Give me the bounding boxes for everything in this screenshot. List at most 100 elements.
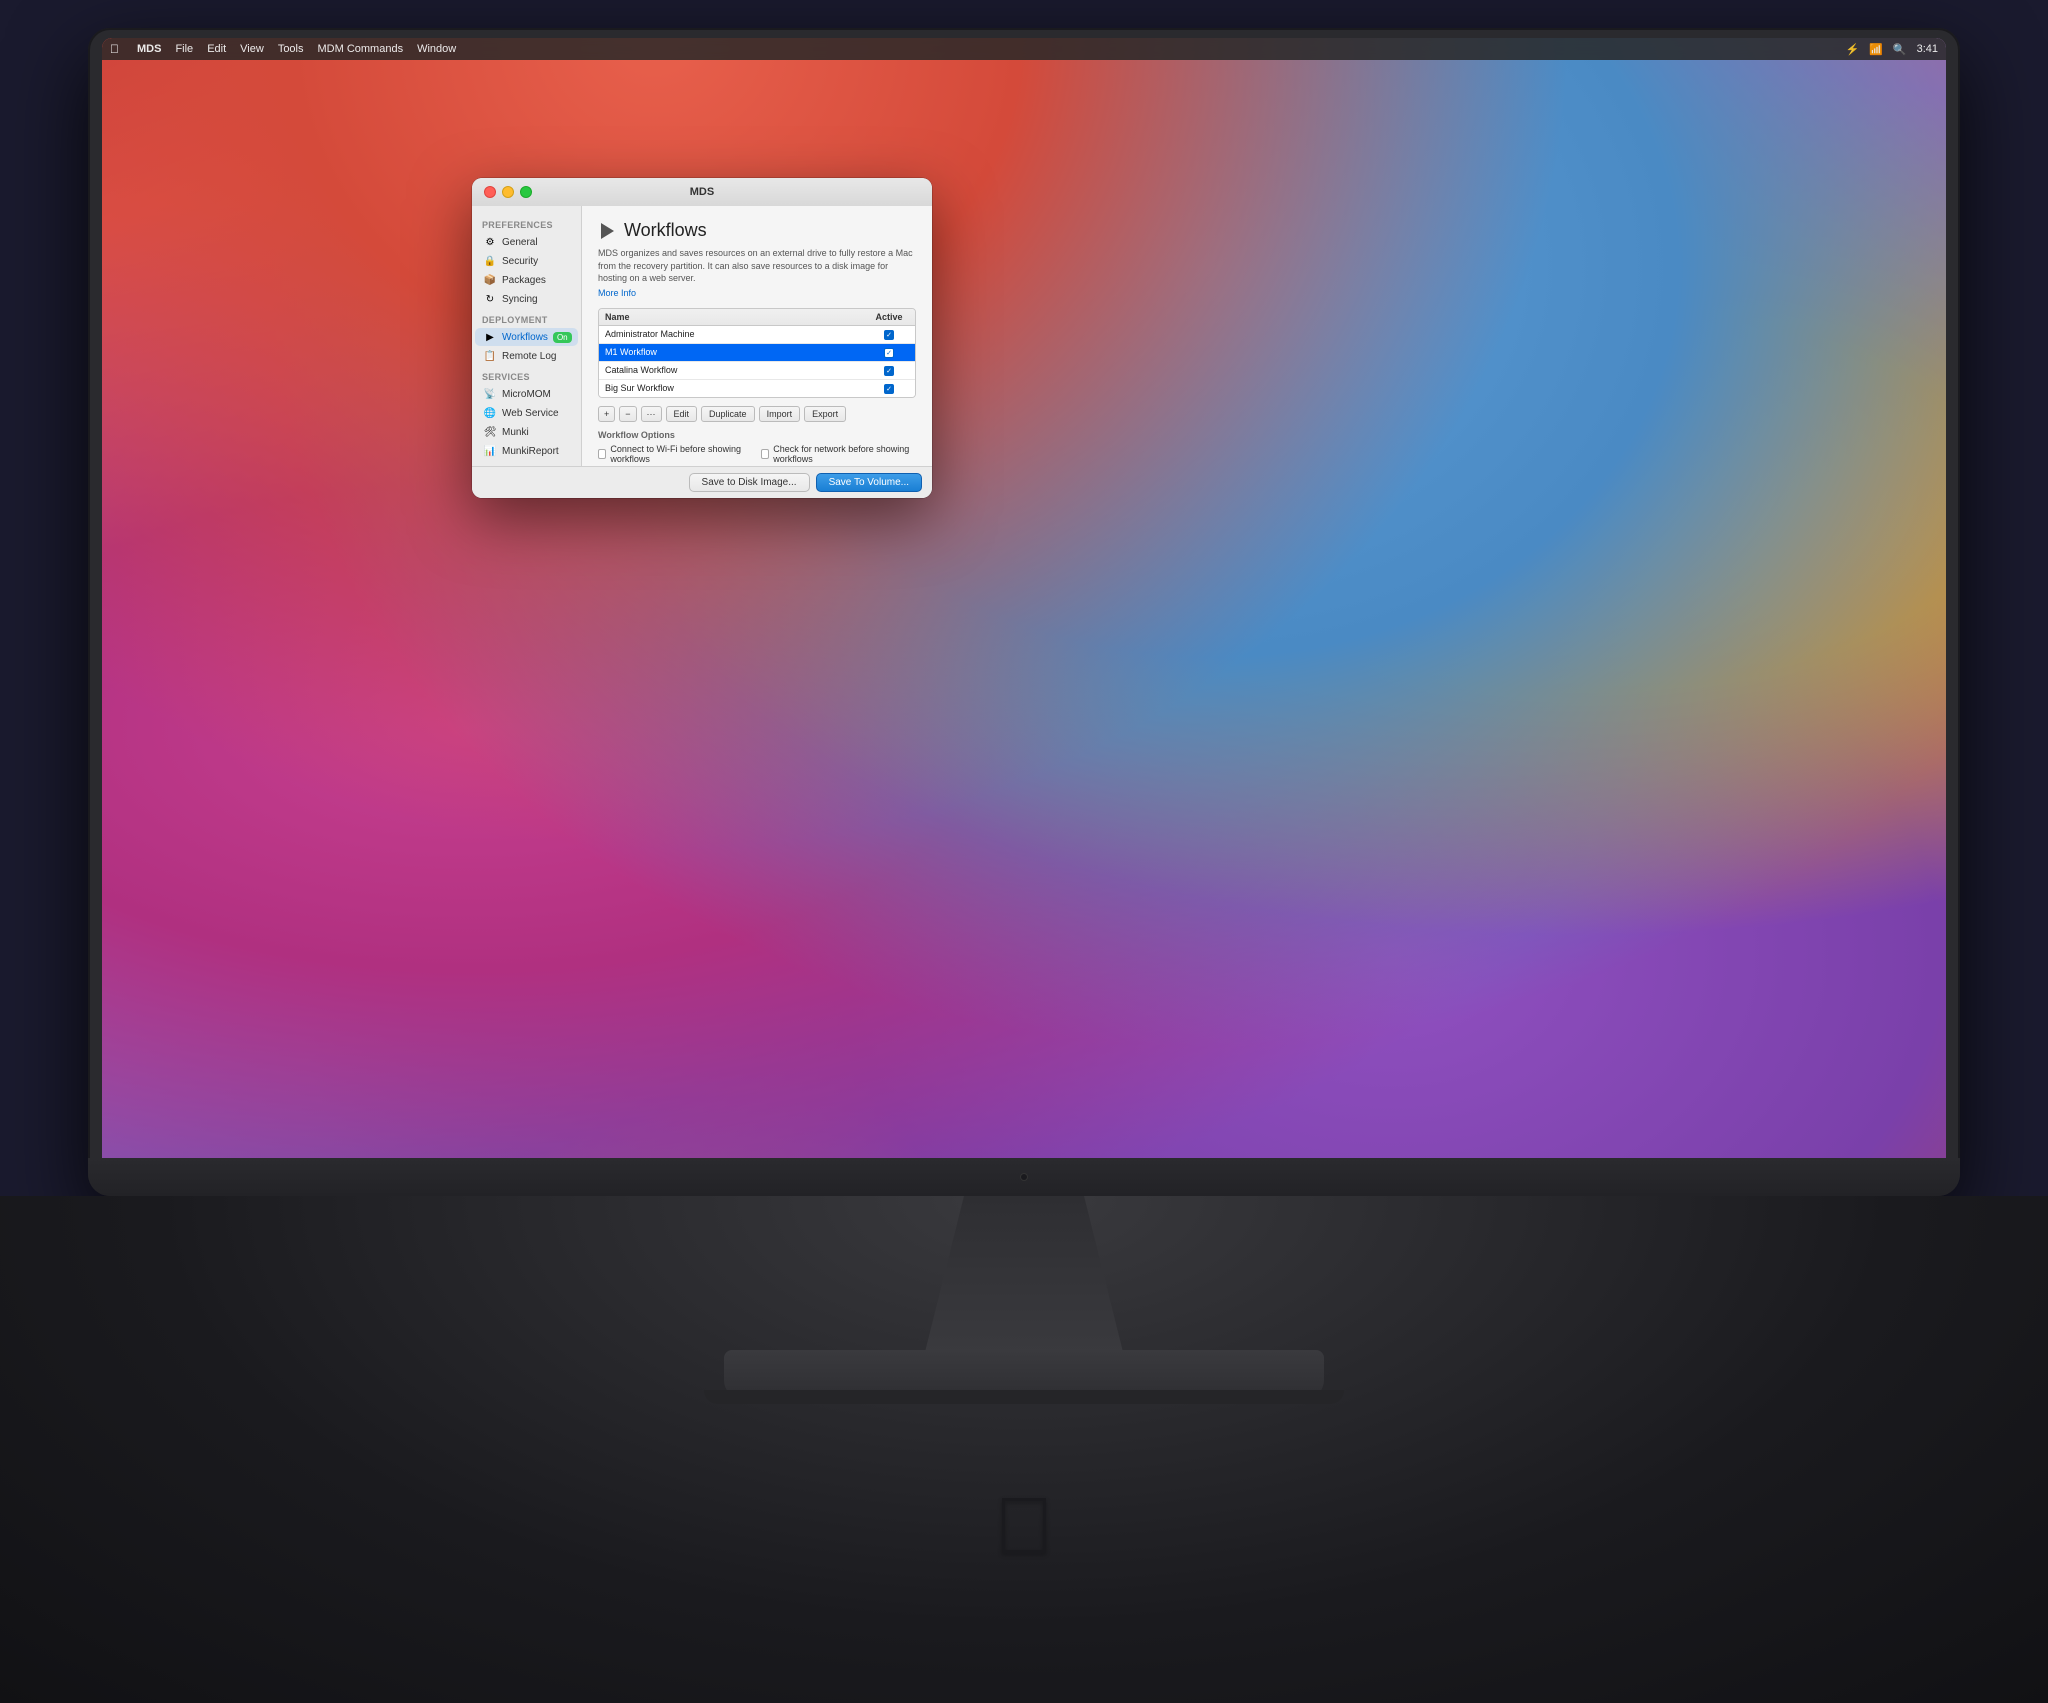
- syncing-icon: ↻: [483, 292, 497, 306]
- facetime-camera: [1021, 1174, 1027, 1180]
- menubar-app-name[interactable]: MDS: [137, 43, 161, 55]
- table-row[interactable]: Administrator Machine ✓: [599, 326, 915, 344]
- export-workflow-button[interactable]: Export: [804, 406, 846, 422]
- menubar-tools[interactable]: Tools: [278, 43, 304, 55]
- table-row[interactable]: Catalina Workflow ✓: [599, 362, 915, 380]
- workflow-table: Name Active Administrator Machine ✓ M1 W…: [598, 308, 916, 398]
- web-service-icon: 🌐: [483, 406, 497, 420]
- checkbox-0[interactable]: ✓: [884, 330, 894, 340]
- table-toolbar: + − ··· Edit Duplicate Import Export: [598, 406, 916, 422]
- content-header: Workflows: [598, 220, 916, 241]
- menubar-battery-icon: ⚡: [1845, 43, 1859, 56]
- packages-icon: 📦: [483, 273, 497, 287]
- import-workflow-button[interactable]: Import: [759, 406, 801, 422]
- menubar-edit[interactable]: Edit: [207, 43, 226, 55]
- micromom-icon: 📡: [483, 387, 497, 401]
- menubar-clock: 3:41: [1917, 43, 1938, 55]
- monitor-frame:  MDS File Edit View Tools MDM Commands …: [88, 28, 1960, 1196]
- general-icon: ⚙: [483, 235, 497, 249]
- menubar-left:  MDS File Edit View Tools MDM Commands …: [110, 42, 456, 56]
- edit-workflow-button[interactable]: Edit: [666, 406, 698, 422]
- sidebar-label-general: General: [502, 237, 538, 248]
- row-name-1: M1 Workflow: [605, 347, 869, 357]
- row-active-3[interactable]: ✓: [869, 383, 909, 394]
- sidebar-item-general[interactable]: ⚙ General: [475, 233, 578, 251]
- close-button[interactable]: [484, 186, 496, 198]
- main-content: Workflows MDS organizes and saves resour…: [582, 206, 932, 466]
- minimize-button[interactable]: [502, 186, 514, 198]
- menubar-mdm[interactable]: MDM Commands: [318, 43, 404, 55]
- window-body: Preferences ⚙ General 🔒 Security 📦 Packa…: [472, 206, 932, 466]
- window-title: MDS: [690, 186, 714, 198]
- more-info-link[interactable]: More Info: [598, 288, 916, 298]
- wifi-checkbox[interactable]: [598, 449, 606, 459]
- munki-icon: 🛠: [483, 425, 497, 439]
- menubar-window[interactable]: Window: [417, 43, 456, 55]
- sidebar-item-workflows[interactable]: ▶ Workflows On: [475, 328, 578, 346]
- save-disk-image-button[interactable]: Save to Disk Image...: [689, 473, 810, 492]
- sidebar-item-micromom[interactable]: 📡 MicroMOM: [475, 385, 578, 403]
- munki-report-icon: 📊: [483, 444, 497, 458]
- remove-workflow-button[interactable]: −: [619, 406, 636, 422]
- sidebar-section-services: Services: [472, 366, 581, 384]
- sidebar-item-syncing[interactable]: ↻ Syncing: [475, 290, 578, 308]
- more-options-button[interactable]: ···: [641, 406, 662, 422]
- apple-menu-icon[interactable]: : [110, 42, 119, 56]
- security-icon: 🔒: [483, 254, 497, 268]
- menubar-file[interactable]: File: [175, 43, 193, 55]
- sidebar-item-munki[interactable]: 🛠 Munki: [475, 423, 578, 441]
- workflows-play-icon: [598, 222, 616, 240]
- checkbox-1[interactable]: ✓: [884, 348, 894, 358]
- sidebar-item-packages[interactable]: 📦 Packages: [475, 271, 578, 289]
- sidebar-section-deployment: Deployment: [472, 309, 581, 327]
- sidebar-item-remote-log[interactable]: 📋 Remote Log: [475, 347, 578, 365]
- sidebar-item-web-service[interactable]: 🌐 Web Service: [475, 404, 578, 422]
- checkbox-2[interactable]: ✓: [884, 366, 894, 376]
- network-check-checkbox[interactable]: [761, 449, 769, 459]
- menubar-wifi-icon: 📶: [1869, 43, 1883, 56]
- sidebar-label-micromom: MicroMOM: [502, 389, 551, 400]
- table-row[interactable]: M1 Workflow ✓: [599, 344, 915, 362]
- maximize-button[interactable]: [520, 186, 532, 198]
- menubar-right: ⚡ 📶 🔍 3:41: [1845, 43, 1938, 56]
- row-active-1[interactable]: ✓: [869, 347, 909, 358]
- row-name-3: Big Sur Workflow: [605, 383, 869, 393]
- col-active-header: Active: [869, 312, 909, 322]
- table-row[interactable]: Big Sur Workflow ✓: [599, 380, 915, 397]
- sidebar-label-web-service: Web Service: [502, 408, 559, 419]
- col-name-header: Name: [605, 312, 869, 322]
- wifi-label: Connect to Wi-Fi before showing workflow…: [610, 444, 748, 464]
- remote-log-icon: 📋: [483, 349, 497, 363]
- monitor-chin: [88, 1158, 1960, 1196]
- duplicate-workflow-button[interactable]: Duplicate: [701, 406, 755, 422]
- stand-base-bottom: [704, 1390, 1344, 1404]
- sidebar-label-munki: Munki: [502, 427, 529, 438]
- row-name-0: Administrator Machine: [605, 329, 869, 339]
- sidebar-item-security[interactable]: 🔒 Security: [475, 252, 578, 270]
- window-footer: Save to Disk Image... Save To Volume...: [472, 466, 932, 498]
- sidebar-label-munki-report: MunkiReport: [502, 446, 559, 457]
- checkbox-3[interactable]: ✓: [884, 384, 894, 394]
- sidebar-item-munki-report[interactable]: 📊 MunkiReport: [475, 442, 578, 460]
- desktop-wallpaper: [102, 38, 1946, 1186]
- workflow-options-label: Workflow Options: [598, 430, 916, 440]
- workflows-icon: ▶: [483, 330, 497, 344]
- menubar-search-icon[interactable]: 🔍: [1893, 43, 1907, 56]
- wifi-option-row: Connect to Wi-Fi before showing workflow…: [598, 444, 916, 464]
- mds-window: MDS Preferences ⚙ General 🔒 Security: [472, 178, 932, 498]
- row-active-0[interactable]: ✓: [869, 329, 909, 340]
- menubar-view[interactable]: View: [240, 43, 264, 55]
- apple-logo: : [994, 1480, 1054, 1572]
- traffic-lights: [484, 186, 532, 198]
- save-volume-button[interactable]: Save To Volume...: [816, 473, 922, 492]
- row-active-2[interactable]: ✓: [869, 365, 909, 376]
- screen-area:  MDS File Edit View Tools MDM Commands …: [102, 38, 1946, 1186]
- workflows-badge: On: [553, 332, 572, 343]
- sidebar-label-security: Security: [502, 256, 538, 267]
- add-workflow-button[interactable]: +: [598, 406, 615, 422]
- sidebar-label-remote-log: Remote Log: [502, 351, 556, 362]
- content-title: Workflows: [624, 220, 707, 241]
- table-header: Name Active: [599, 309, 915, 326]
- menubar:  MDS File Edit View Tools MDM Commands …: [102, 38, 1946, 60]
- sidebar-section-preferences: Preferences: [472, 214, 581, 232]
